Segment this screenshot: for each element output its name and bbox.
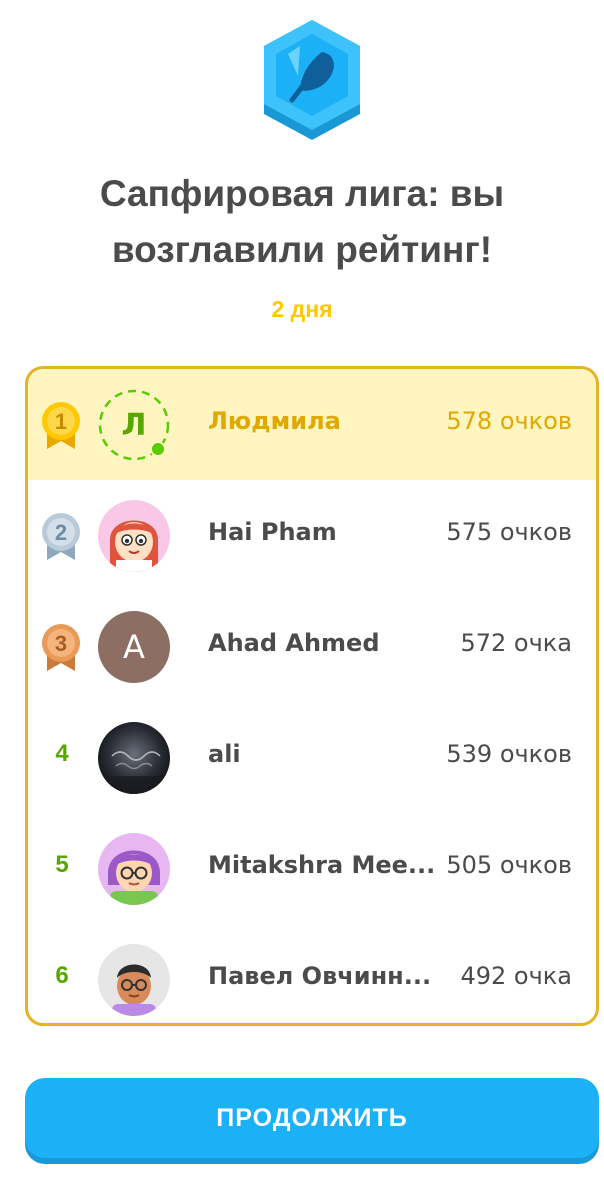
avatar[interactable] bbox=[98, 722, 170, 794]
user-points: 505 очков bbox=[446, 851, 572, 879]
avatar[interactable] bbox=[98, 944, 170, 1016]
medal-rank-label: 1 bbox=[55, 409, 67, 434]
avatar[interactable] bbox=[98, 833, 170, 905]
gold-medal-icon: 1 bbox=[39, 399, 83, 451]
avatar[interactable]: A bbox=[98, 611, 170, 683]
user-points: 578 очков bbox=[446, 407, 572, 435]
user-name: Ahad Ahmed bbox=[208, 629, 380, 657]
avatar[interactable] bbox=[98, 500, 170, 572]
user-name: ali bbox=[208, 740, 241, 768]
leaderboard-row[interactable]: 5 Mitakshra Mee... 505 очков bbox=[28, 813, 596, 924]
sapphire-league-badge bbox=[258, 16, 366, 144]
user-points: 539 очков bbox=[446, 740, 572, 768]
user-name: Людмила bbox=[208, 407, 341, 435]
page-title: Сапфировая лига: вы возглавили рейтинг! bbox=[99, 173, 505, 270]
avatar[interactable]: Л bbox=[98, 389, 170, 461]
medal-rank-label: 2 bbox=[55, 520, 67, 545]
days-remaining: 2 дня bbox=[271, 296, 333, 322]
leaderboard: 1 Л Людмила 578 очков 2 Hai Pham 575 очк… bbox=[25, 366, 599, 1026]
avatar-letter: Л bbox=[122, 408, 147, 443]
rank-number: 5 bbox=[55, 851, 69, 878]
user-points: 572 очка bbox=[460, 629, 572, 657]
leaderboard-row[interactable]: 3 A Ahad Ahmed 572 очка bbox=[28, 591, 596, 702]
bronze-medal-icon: 3 bbox=[39, 621, 83, 673]
silver-medal-icon: 2 bbox=[39, 510, 83, 562]
feather-icon bbox=[264, 20, 360, 140]
leaderboard-row[interactable]: 4 ali 539 очков bbox=[28, 702, 596, 813]
continue-button[interactable]: ПРОДОЛЖИТЬ bbox=[25, 1078, 599, 1158]
rank-number: 4 bbox=[55, 740, 69, 767]
leaderboard-row[interactable]: 2 Hai Pham 575 очков bbox=[28, 480, 596, 591]
medal-rank-label: 3 bbox=[55, 631, 67, 656]
user-points: 492 очка bbox=[460, 962, 572, 990]
user-name: Павел Овчинн... bbox=[208, 962, 432, 990]
leaderboard-row[interactable]: 6 Павел Овчинн... 492 очка bbox=[28, 924, 596, 1023]
online-status-dot bbox=[150, 441, 166, 457]
user-points: 575 очков bbox=[446, 518, 572, 546]
rank-number: 6 bbox=[55, 962, 69, 989]
leaderboard-row-current-user[interactable]: 1 Л Людмила 578 очков bbox=[28, 369, 596, 480]
user-name: Hai Pham bbox=[208, 518, 337, 546]
user-name: Mitakshra Mee... bbox=[208, 851, 436, 879]
